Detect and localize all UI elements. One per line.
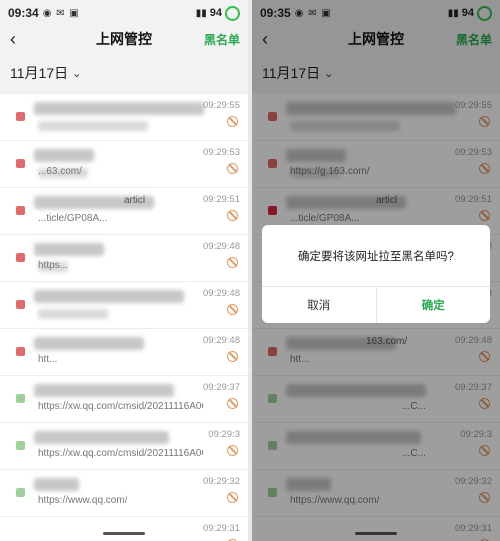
status-bar: 09:34 ◉ ✉ ▣ ▮▮ 94 bbox=[0, 0, 248, 26]
site-favicon-icon bbox=[16, 159, 25, 168]
battery-icon bbox=[225, 5, 240, 21]
history-row[interactable]: articl ...ticle/GP08A... 09:29:51 bbox=[0, 188, 248, 235]
blurred-url bbox=[38, 309, 108, 319]
blurred-title bbox=[34, 290, 184, 303]
block-icon[interactable] bbox=[227, 210, 238, 221]
block-icon[interactable] bbox=[227, 398, 238, 409]
blurred-title bbox=[34, 243, 104, 256]
site-favicon-icon bbox=[16, 535, 25, 541]
row-url: https... bbox=[38, 260, 69, 271]
dialog-buttons: 取消 确定 bbox=[262, 287, 490, 323]
history-row[interactable]: https... 09:29:48 bbox=[0, 235, 248, 282]
site-favicon-icon bbox=[16, 488, 25, 497]
row-time: 09:29:51 bbox=[203, 194, 240, 205]
confirm-button[interactable]: 确定 bbox=[377, 287, 491, 323]
row-url: htt... bbox=[38, 354, 58, 365]
page-title: 上网管控 bbox=[96, 31, 152, 47]
status-time: 09:34 bbox=[8, 6, 39, 20]
back-icon[interactable]: ‹ bbox=[10, 29, 16, 50]
dialog-message: 确定要将该网址拉至黑名单吗? bbox=[262, 225, 490, 287]
right-screen: 09:35 ◉ ✉ ▣ ▮▮ 94 ‹ 上网管控 黑名单 11月17日 ⌄ 09… bbox=[252, 0, 500, 541]
site-favicon-icon bbox=[16, 441, 25, 450]
row-time: 09:29:32 bbox=[203, 476, 240, 487]
home-indicator bbox=[103, 532, 145, 535]
row-time: 09:29:48 bbox=[203, 288, 240, 299]
row-url: ...63.com/ bbox=[38, 166, 82, 177]
site-favicon-icon bbox=[16, 347, 25, 356]
blurred-title bbox=[34, 431, 169, 444]
row-time: 09:29:3 bbox=[208, 429, 240, 440]
left-screen: 09:34 ◉ ✉ ▣ ▮▮ 94 ‹ 上网管控 黑名单 11月17日 ⌄ 09… bbox=[0, 0, 248, 541]
blurred-title bbox=[34, 102, 204, 115]
row-url: https://www.qq.com/ bbox=[38, 495, 128, 506]
row-time: 09:29:48 bbox=[203, 241, 240, 252]
row-time: 09:29:37 bbox=[203, 382, 240, 393]
blurred-title bbox=[34, 337, 144, 350]
block-icon[interactable] bbox=[227, 492, 238, 503]
history-row[interactable]: https://xw.qq.com/cmsid/20211116A0C... 09… bbox=[0, 376, 248, 423]
row-time: 09:29:31 bbox=[203, 523, 240, 534]
block-icon[interactable] bbox=[227, 257, 238, 268]
block-icon[interactable] bbox=[227, 116, 238, 127]
block-icon[interactable] bbox=[227, 304, 238, 315]
blurred-title bbox=[34, 478, 79, 491]
chevron-down-icon: ⌄ bbox=[72, 67, 82, 80]
block-icon[interactable] bbox=[227, 163, 238, 174]
battery-level: 94 bbox=[209, 7, 222, 19]
history-list: 09:29:55 ...63.com/09:29:53 articl ...ticle… bbox=[0, 94, 248, 541]
row-time: 09:29:53 bbox=[203, 147, 240, 158]
history-row[interactable]: https://www.qq.com/09:29:32 bbox=[0, 470, 248, 517]
confirm-dialog: 确定要将该网址拉至黑名单吗? 取消 确定 bbox=[262, 225, 490, 323]
history-row[interactable]: htt... 09:29:48 bbox=[0, 329, 248, 376]
cancel-button[interactable]: 取消 bbox=[262, 287, 377, 323]
site-favicon-icon bbox=[16, 253, 25, 262]
site-favicon-icon bbox=[16, 300, 25, 309]
blacklist-link[interactable]: 黑名单 bbox=[204, 31, 240, 48]
blurred-title bbox=[34, 149, 94, 162]
signal-icon: ▮▮ bbox=[195, 7, 207, 19]
status-right: ▮▮ 94 bbox=[195, 5, 240, 21]
history-row[interactable]: 09:29:55 bbox=[0, 94, 248, 141]
site-favicon-icon bbox=[16, 394, 25, 403]
row-time: 09:29:55 bbox=[203, 100, 240, 111]
history-row[interactable]: https://xw.qq.com/cmsid/20211116A0C... 09… bbox=[0, 423, 248, 470]
row-url: https://xw.qq.com/cmsid/20211116A0C... bbox=[38, 401, 203, 412]
row-title: articl bbox=[124, 195, 146, 206]
history-row[interactable]: 09:29:48 bbox=[0, 282, 248, 329]
block-icon[interactable] bbox=[227, 445, 238, 456]
blurred-title bbox=[34, 384, 174, 397]
history-row[interactable]: https://xw.qq.com/2f...oocom09:29:31 bbox=[0, 517, 248, 541]
site-favicon-icon bbox=[16, 112, 25, 121]
history-row[interactable]: ...63.com/09:29:53 bbox=[0, 141, 248, 188]
notification-icons: ◉ ✉ ▣ bbox=[42, 7, 80, 19]
date-label: 11月17日 bbox=[10, 65, 69, 81]
nav-bar: ‹ 上网管控 黑名单 bbox=[0, 26, 248, 52]
row-time: 09:29:48 bbox=[203, 335, 240, 346]
blurred-url bbox=[38, 121, 148, 131]
row-url: https://xw.qq.com/cmsid/20211116A0C... bbox=[38, 448, 203, 459]
block-icon[interactable] bbox=[227, 351, 238, 362]
row-url: ...ticle/GP08A... bbox=[38, 213, 108, 224]
site-favicon-icon bbox=[16, 206, 25, 215]
date-selector[interactable]: 11月17日 ⌄ bbox=[0, 52, 248, 94]
